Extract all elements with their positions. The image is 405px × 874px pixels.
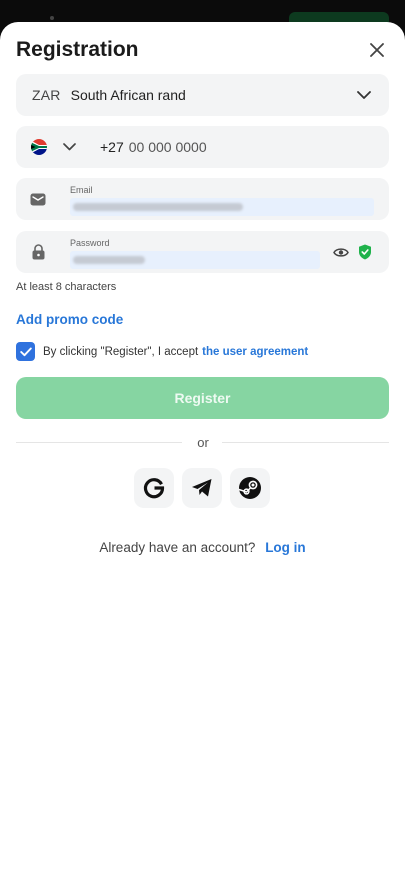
phone-prefix: +27 (100, 139, 124, 155)
log-in-link[interactable]: Log in (265, 540, 306, 555)
already-have-account-text: Already have an account? (99, 540, 256, 555)
email-value-obscured (70, 198, 374, 216)
agreement-text: By clicking "Register", I accept (43, 345, 199, 358)
telegram-icon (192, 479, 212, 497)
register-button[interactable]: Register (16, 377, 389, 419)
currency-select[interactable]: ZAR South African rand (16, 74, 389, 116)
south-africa-flag-icon[interactable] (28, 136, 50, 158)
steam-icon (238, 477, 261, 499)
agreement-row: By clicking "Register", I accept the use… (16, 342, 308, 361)
add-promo-code-link[interactable]: Add promo code (16, 312, 123, 327)
or-label: or (197, 435, 209, 450)
country-chevron-down-icon[interactable] (60, 138, 78, 156)
page-title: Registration (16, 38, 139, 61)
user-agreement-link[interactable]: the user agreement (202, 346, 308, 358)
mail-icon (30, 191, 46, 207)
google-login-button[interactable] (134, 468, 174, 508)
check-icon (19, 347, 32, 356)
close-icon (370, 43, 384, 57)
email-field[interactable]: Email (16, 178, 389, 220)
registration-sheet: Registration ZAR South African rand +27 … (0, 22, 405, 874)
divider-right (222, 442, 389, 443)
currency-name: South African rand (70, 87, 186, 103)
currency-code: ZAR (32, 87, 61, 103)
background-dot (50, 16, 54, 20)
login-row: Already have an account? Log in (0, 540, 405, 555)
lock-icon (30, 244, 46, 260)
agreement-checkbox[interactable] (16, 342, 35, 361)
chevron-down-icon (355, 86, 373, 104)
eye-icon (333, 247, 349, 257)
google-icon (143, 478, 165, 499)
password-field[interactable]: Password (16, 231, 389, 273)
phone-field: +27 (16, 126, 389, 168)
password-hint: At least 8 characters (16, 281, 117, 293)
telegram-login-button[interactable] (182, 468, 222, 508)
show-password-button[interactable] (333, 244, 349, 260)
close-button[interactable] (365, 38, 389, 62)
password-label: Password (70, 238, 110, 248)
phone-input[interactable] (128, 139, 329, 155)
password-value-obscured (70, 251, 320, 269)
email-label: Email (70, 185, 93, 195)
shield-check-icon (357, 243, 373, 261)
steam-login-button[interactable] (230, 468, 270, 508)
divider-left (16, 442, 182, 443)
